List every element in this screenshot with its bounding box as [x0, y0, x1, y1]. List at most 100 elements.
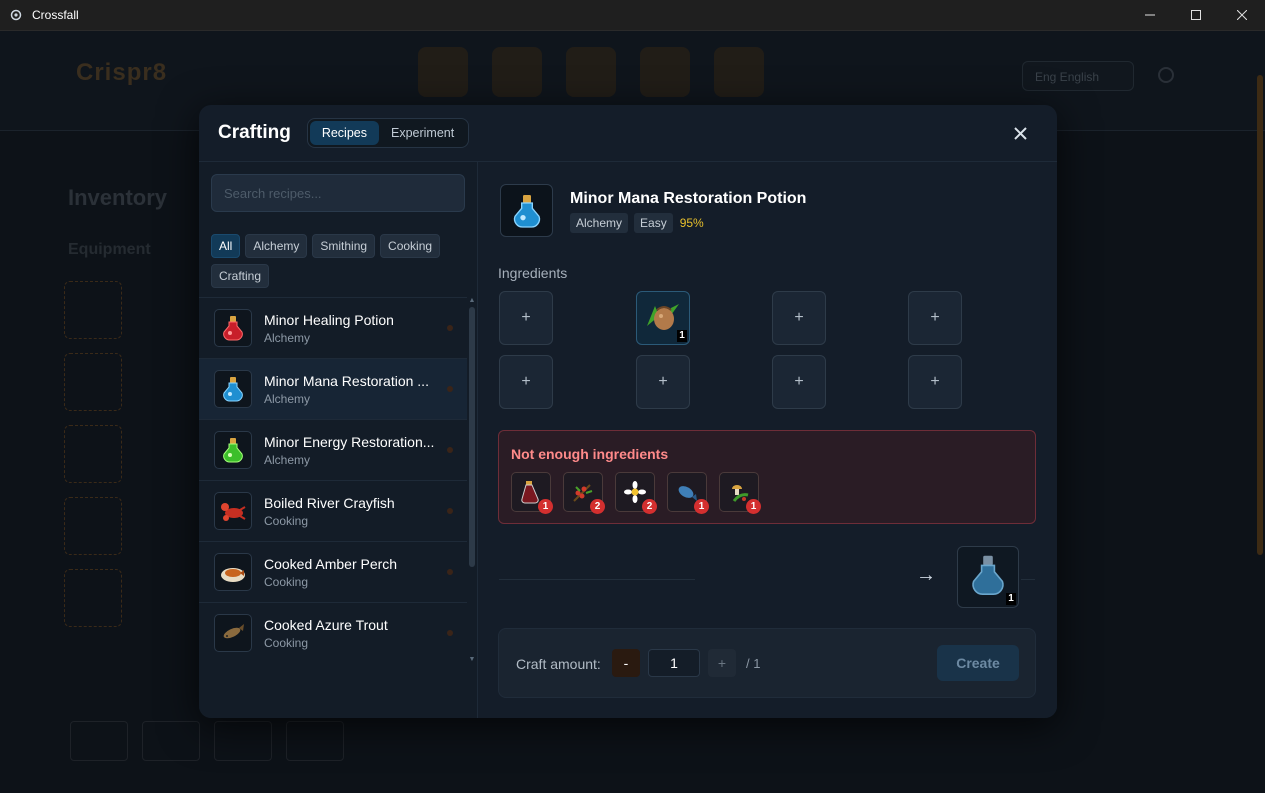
missing-count-badge: 2 [590, 499, 605, 514]
crayfish-icon [214, 492, 252, 530]
daisy-flower-icon[interactable]: 2 [615, 472, 657, 514]
background-slot [64, 569, 122, 627]
status-dot [447, 386, 453, 392]
filter-smithing[interactable]: Smithing [312, 234, 376, 258]
add-icon: + [658, 373, 668, 390]
result-slot: 1 [957, 546, 1019, 608]
selected-recipe-tags: Alchemy Easy 95% [570, 213, 704, 233]
recipe-category: Cooking [264, 635, 309, 650]
trout-icon [214, 614, 252, 652]
blue-potion-icon [500, 184, 553, 237]
fish-plate-icon [214, 553, 252, 591]
add-icon: + [521, 373, 531, 390]
recipe-category: Alchemy [264, 391, 311, 406]
missing-count-badge: 1 [694, 499, 709, 514]
mushroom-herb-icon[interactable]: 1 [719, 472, 761, 514]
recipe-name: Minor Mana Restoration ... [264, 372, 429, 389]
background-logo: Crispr8 [76, 59, 168, 86]
filter-alchemy[interactable]: Alchemy [245, 234, 308, 258]
recipe-category: Cooking [264, 513, 309, 528]
empty-vial-icon[interactable]: 1 [511, 472, 553, 514]
missing-ingredients-list: 1 2 2 1 1 [511, 472, 761, 514]
max-amount: / 1 [746, 656, 761, 671]
modal-close-icon[interactable] [1011, 124, 1029, 142]
recipe-item[interactable]: Boiled River Crayfish Cooking [199, 481, 467, 542]
ingredient-slot-empty[interactable]: + [772, 355, 826, 409]
status-dot [447, 447, 453, 453]
nav-scroll-icon [566, 47, 616, 97]
add-icon: + [930, 309, 940, 326]
background-slot [64, 353, 122, 411]
difficulty-tag: Easy [634, 213, 673, 233]
background-settings-icon [1158, 67, 1174, 83]
ingredient-quantity: 1 [677, 330, 687, 342]
recipe-search-input[interactable] [211, 174, 465, 212]
window-close-icon[interactable] [1219, 0, 1265, 31]
maximize-icon[interactable] [1173, 0, 1219, 31]
create-button[interactable]: Create [937, 645, 1019, 681]
nav-map-icon [418, 47, 468, 97]
ingredient-slot-empty[interactable]: + [499, 291, 553, 345]
missing-count-badge: 2 [642, 499, 657, 514]
background-language-select: Eng English [1022, 61, 1134, 91]
red-potion-icon [214, 309, 252, 347]
ingredient-slot-empty[interactable]: + [908, 355, 962, 409]
modal-tabs: Recipes Experiment [306, 118, 470, 148]
recipe-name: Boiled River Crayfish [264, 494, 395, 511]
craft-amount-input[interactable] [648, 649, 700, 677]
background-slot [64, 281, 122, 339]
add-icon: + [794, 373, 804, 390]
nav-spellbook-icon [640, 47, 690, 97]
ingredient-slot-empty[interactable]: + [908, 291, 962, 345]
app-gear-icon [8, 7, 24, 23]
modal-header: Crafting Recipes Experiment [199, 105, 1057, 162]
background-section-sub: Equipment [68, 241, 151, 258]
recipe-item[interactable]: Cooked Azure Trout Cooking [199, 603, 467, 663]
tab-recipes[interactable]: Recipes [309, 121, 379, 145]
ingredient-slot-empty[interactable]: + [772, 291, 826, 345]
ingredient-slot-empty[interactable]: + [499, 355, 553, 409]
minimize-icon[interactable] [1127, 0, 1173, 31]
result-arrow: → [916, 564, 936, 586]
missing-ingredients-alert: Not enough ingredients 1 2 2 1 1 [498, 430, 1036, 524]
divider [1021, 579, 1035, 580]
nav-chest-icon [492, 47, 542, 97]
filter-all[interactable]: All [211, 234, 241, 258]
recipe-detail: Minor Mana Restoration Potion Alchemy Ea… [479, 162, 1057, 718]
blue-fish-icon[interactable]: 1 [667, 472, 709, 514]
background-belt-slot [214, 721, 272, 761]
status-dot [447, 325, 453, 331]
tab-experiment[interactable]: Experiment [379, 121, 466, 145]
scroll-down-icon[interactable]: ▼ [468, 656, 476, 663]
recipe-name: Cooked Amber Perch [264, 555, 398, 572]
category-filters: All Alchemy Smithing Cooking Crafting [211, 234, 471, 288]
add-icon: + [521, 309, 531, 326]
filter-cooking[interactable]: Cooking [380, 234, 441, 258]
scrollbar-thumb[interactable] [469, 307, 475, 567]
decrease-amount-button[interactable]: - [612, 649, 640, 677]
recipe-panel: All Alchemy Smithing Cooking Crafting Mi… [199, 162, 478, 718]
ingredient-slot-empty[interactable]: + [636, 355, 690, 409]
recipe-list-scrollbar[interactable]: ▲ ▼ [468, 297, 476, 663]
recipe-item[interactable]: Minor Energy Restoration... Alchemy [199, 420, 467, 481]
filter-crafting[interactable]: Crafting [211, 264, 270, 288]
blue-potion-icon [964, 551, 1012, 604]
divider [499, 579, 695, 580]
background-slot [64, 497, 122, 555]
window-title: Crossfall [32, 8, 79, 22]
recipe-item[interactable]: Minor Healing Potion Alchemy [199, 298, 467, 359]
recipe-name: Minor Healing Potion [264, 311, 394, 328]
recipe-name: Cooked Azure Trout [264, 616, 388, 633]
recipe-category: Cooking [264, 574, 309, 589]
result-quantity: 1 [1006, 593, 1016, 605]
window-controls [1127, 0, 1265, 31]
recipe-item-selected[interactable]: Minor Mana Restoration ... Alchemy [199, 359, 467, 420]
scroll-up-icon[interactable]: ▲ [468, 297, 476, 304]
berry-branch-icon[interactable]: 2 [563, 472, 605, 514]
success-rate: 95% [679, 216, 704, 230]
recipe-item[interactable]: Cooked Amber Perch Cooking [199, 542, 467, 603]
increase-amount-button[interactable]: + [708, 649, 736, 677]
background-nav [418, 47, 764, 97]
ingredient-slot-filled[interactable]: 1 [636, 291, 690, 345]
craft-controls: Craft amount: - + / 1 Create [498, 628, 1036, 698]
